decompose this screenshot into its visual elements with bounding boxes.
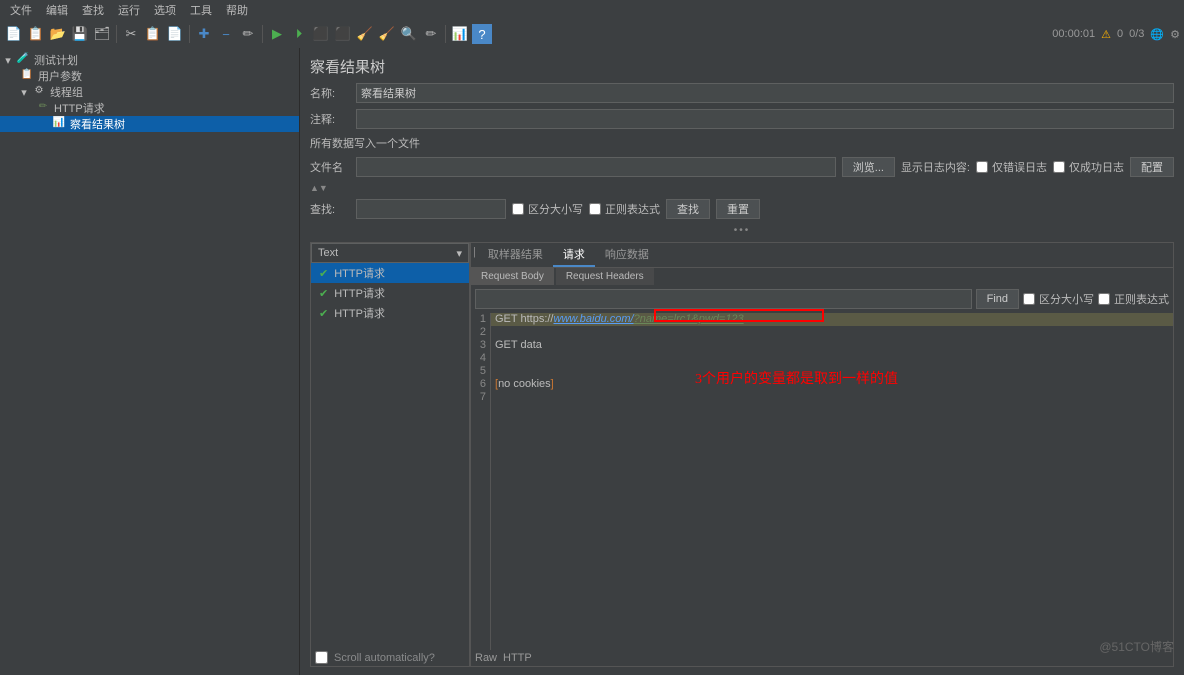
menu-help[interactable]: 帮助 <box>220 0 254 20</box>
tree-user-params[interactable]: 📋用户参数 <box>0 68 299 84</box>
tab-http[interactable]: HTTP <box>503 652 532 664</box>
new-icon[interactable]: 📄 <box>4 24 24 44</box>
panel-title: 察看结果树 <box>310 56 1174 77</box>
clear-icon[interactable]: 🧹 <box>355 24 375 44</box>
search-input[interactable] <box>356 199 506 219</box>
browse-button[interactable]: 浏览... <box>842 157 895 177</box>
code-lines[interactable]: GET https://www.baidu.com/?name=lrc1&pwd… <box>491 313 1173 650</box>
copy-icon[interactable]: 📋 <box>143 24 163 44</box>
elapsed-time: 00:00:01 <box>1052 28 1095 40</box>
collapse-arrows[interactable]: ▲▼ <box>310 183 1174 193</box>
remove-icon[interactable]: − <box>216 24 236 44</box>
menu-options[interactable]: 选项 <box>148 0 182 20</box>
run-icon[interactable]: ⚙ <box>1170 28 1180 41</box>
stop-icon[interactable]: ⬛ <box>311 24 331 44</box>
warning-icon: ⚠ <box>1101 28 1111 41</box>
start-icon[interactable]: ▶ <box>267 24 287 44</box>
scroll-label: Scroll automatically? <box>334 652 435 664</box>
find-button-2[interactable]: Find <box>976 289 1019 309</box>
code-view: 1234567 GET https://www.baidu.com/?name=… <box>471 313 1173 650</box>
tab-sampler[interactable]: 取样器结果 <box>478 243 553 267</box>
toggle-icon[interactable]: ✏ <box>238 24 258 44</box>
menu-edit[interactable]: 编辑 <box>40 0 74 20</box>
menubar: 文件 编辑 查找 运行 选项 工具 帮助 <box>0 0 1184 20</box>
tree-thread-group[interactable]: ▾⚙线程组 <box>0 84 299 100</box>
save-icon[interactable]: 💾 <box>70 24 90 44</box>
menu-search[interactable]: 查找 <box>76 0 110 20</box>
tree-test-plan[interactable]: ▾🧪测试计划 <box>0 52 299 68</box>
result-item[interactable]: ✔HTTP请求 <box>311 283 469 303</box>
comment-label: 注释: <box>310 111 350 127</box>
renderer-dropdown[interactable]: Text▾ <box>311 243 469 263</box>
test-plan-tree: ▾🧪测试计划 📋用户参数 ▾⚙线程组 ✏HTTP请求 📊察看结果树 <box>0 48 300 675</box>
right-panel: 察看结果树 名称: 注释: 所有数据写入一个文件 文件名 浏览... 显示日志内… <box>300 48 1184 675</box>
case-check[interactable] <box>512 203 524 215</box>
name-label: 名称: <box>310 85 350 101</box>
log-label: 显示日志内容: <box>901 159 970 175</box>
regex-check-2[interactable] <box>1098 293 1110 305</box>
shutdown-icon[interactable]: ⬛ <box>333 24 353 44</box>
clearall-icon[interactable]: 🧹 <box>377 24 397 44</box>
tab-request[interactable]: 请求 <box>553 243 595 267</box>
results-list-pane: Text▾ ✔HTTP请求 ✔HTTP请求 ✔HTTP请求 Scroll aut… <box>310 242 470 667</box>
tree-view-results[interactable]: 📊察看结果树 <box>0 116 299 132</box>
globe-icon[interactable]: 🌐 <box>1150 28 1164 41</box>
vsep: | <box>471 243 478 267</box>
log-icon[interactable]: 📊 <box>450 24 470 44</box>
open-icon[interactable]: 📂 <box>48 24 68 44</box>
watermark: @51CTO博客 <box>1099 638 1174 655</box>
add-icon[interactable]: ✚ <box>194 24 214 44</box>
success-only-check[interactable] <box>1053 161 1065 173</box>
filename-input[interactable] <box>356 157 836 177</box>
file-section-title: 所有数据写入一个文件 <box>310 135 1174 151</box>
cut-icon[interactable]: ✂ <box>121 24 141 44</box>
subtab-body[interactable]: Request Body <box>471 268 554 285</box>
func-icon[interactable]: ✏ <box>421 24 441 44</box>
result-item[interactable]: ✔HTTP请求 <box>311 263 469 283</box>
thread-count: 0/3 <box>1129 28 1144 40</box>
errors-only-check[interactable] <box>976 161 988 173</box>
menu-file[interactable]: 文件 <box>4 0 38 20</box>
scroll-check[interactable] <box>315 651 328 664</box>
success-icon: ✔ <box>319 307 328 320</box>
tree-http-request[interactable]: ✏HTTP请求 <box>0 100 299 116</box>
success-icon: ✔ <box>319 287 328 300</box>
search-icon[interactable]: 🔍 <box>399 24 419 44</box>
config-button[interactable]: 配置 <box>1130 157 1174 177</box>
result-item[interactable]: ✔HTTP请求 <box>311 303 469 323</box>
name-input[interactable] <box>356 83 1174 103</box>
templates-icon[interactable]: 📋 <box>26 24 46 44</box>
find-input[interactable] <box>475 289 972 309</box>
regex-check[interactable] <box>589 203 601 215</box>
tab-response[interactable]: 响应数据 <box>595 243 659 267</box>
dots-handle[interactable]: ••• <box>310 225 1174 236</box>
help-icon[interactable]: ? <box>472 24 492 44</box>
menu-tools[interactable]: 工具 <box>184 0 218 20</box>
success-icon: ✔ <box>319 267 328 280</box>
saveall-icon[interactable]: 🗂 <box>92 24 112 44</box>
tab-raw[interactable]: Raw <box>475 652 497 664</box>
annotation-text: 3个用户的变量都是取到一样的值 <box>691 373 898 386</box>
subtab-headers[interactable]: Request Headers <box>556 268 654 285</box>
paste-icon[interactable]: 📄 <box>165 24 185 44</box>
startremote-icon[interactable]: ⏵ <box>289 24 309 44</box>
reset-button[interactable]: 重置 <box>716 199 760 219</box>
comment-input[interactable] <box>356 109 1174 129</box>
find-button[interactable]: 查找 <box>666 199 710 219</box>
case-check-2[interactable] <box>1023 293 1035 305</box>
search-label: 查找: <box>310 201 350 217</box>
details-pane: | 取样器结果 请求 响应数据 Request Body Request Hea… <box>470 242 1174 667</box>
filename-label: 文件名 <box>310 159 350 175</box>
gutter: 1234567 <box>471 313 491 650</box>
status-bar: 00:00:01 ⚠ 0 0/3 🌐 ⚙ <box>1052 28 1180 41</box>
menu-run[interactable]: 运行 <box>112 0 146 20</box>
toolbar: 📄 📋 📂 💾 🗂 ✂ 📋 📄 ✚ − ✏ ▶ ⏵ ⬛ ⬛ 🧹 🧹 🔍 ✏ 📊 … <box>0 20 1184 48</box>
warn-count: 0 <box>1117 28 1123 40</box>
